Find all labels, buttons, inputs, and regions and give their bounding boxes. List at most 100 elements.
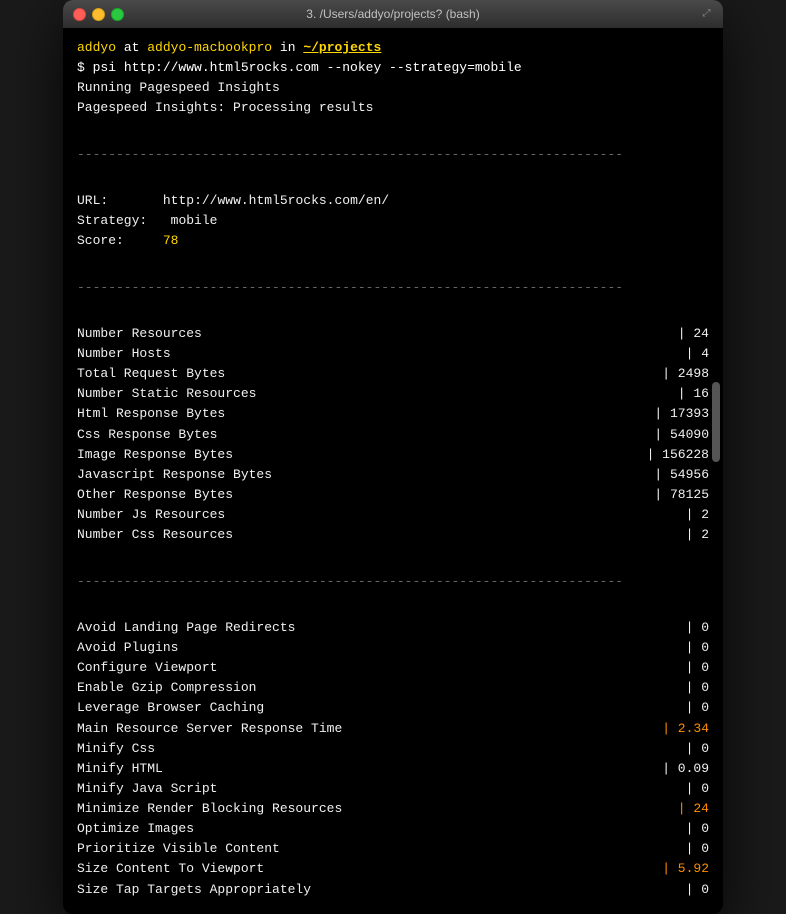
stat-row: Total Request Bytes| 2498 bbox=[77, 364, 709, 384]
stat-key: Number Static Resources bbox=[77, 384, 377, 404]
strategy-spacer bbox=[155, 213, 163, 228]
rule-key: Optimize Images bbox=[77, 819, 377, 839]
terminal-body[interactable]: addyo at addyo-macbookpro in ~/projects … bbox=[63, 28, 723, 914]
url-line: URL: http://www.html5rocks.com/en/ bbox=[77, 191, 709, 211]
stat-key: Number Resources bbox=[77, 324, 377, 344]
rule-row: Size Content To Viewport | 5.92 bbox=[77, 859, 709, 879]
prompt-host: addyo-macbookpro bbox=[147, 38, 272, 58]
rule-key: Size Tap Targets Appropriately bbox=[77, 880, 377, 900]
prompt-space3 bbox=[296, 38, 304, 58]
stat-key: Image Response Bytes bbox=[77, 445, 377, 465]
url-spacer bbox=[116, 193, 155, 208]
maximize-button[interactable] bbox=[111, 8, 124, 21]
stat-value: | 17393 bbox=[654, 404, 709, 424]
rule-row: Enable Gzip Compression | 0 bbox=[77, 678, 709, 698]
prompt-at bbox=[116, 38, 124, 58]
close-button[interactable] bbox=[73, 8, 86, 21]
terminal-window: 3. /Users/addyo/projects? (bash) ⤢ addyo… bbox=[63, 0, 723, 914]
titlebar: 3. /Users/addyo/projects? (bash) ⤢ bbox=[63, 0, 723, 28]
rule-key: Avoid Plugins bbox=[77, 638, 377, 658]
score-spacer bbox=[132, 233, 155, 248]
rule-row: Minify HTML | 0.09 bbox=[77, 759, 709, 779]
stat-row: Number Hosts| 4 bbox=[77, 344, 709, 364]
stat-row: Css Response Bytes | 54090 bbox=[77, 425, 709, 445]
rule-key: Main Resource Server Response Time bbox=[77, 719, 377, 739]
prompt-line: addyo at addyo-macbookpro in ~/projects bbox=[77, 38, 709, 58]
rule-value: | 0 bbox=[686, 880, 709, 900]
rule-value: | 0 bbox=[686, 658, 709, 678]
rule-row: Minify Java Script| 0 bbox=[77, 779, 709, 799]
stat-key: Other Response Bytes bbox=[77, 485, 377, 505]
score-line: Score: 78 bbox=[77, 231, 709, 251]
rule-value: | 0 bbox=[686, 618, 709, 638]
rule-key: Size Content To Viewport bbox=[77, 859, 377, 879]
expand-icon[interactable]: ⤢ bbox=[700, 8, 713, 21]
score-value: 78 bbox=[163, 233, 179, 248]
rule-value: | 2.34 bbox=[662, 719, 709, 739]
command-line: $ psi http://www.html5rocks.com --nokey … bbox=[77, 58, 709, 78]
stat-value: | 156228 bbox=[647, 445, 709, 465]
rule-row: Size Tap Targets Appropriately | 0 bbox=[77, 880, 709, 900]
stat-key: Number Hosts bbox=[77, 344, 377, 364]
rule-row: Minimize Render Blocking Resources | 24 bbox=[77, 799, 709, 819]
stat-row: Other Response Bytes | 78125 bbox=[77, 485, 709, 505]
rule-value: | 0 bbox=[686, 839, 709, 859]
url-label: URL: bbox=[77, 193, 108, 208]
command-text: psi http://www.html5rocks.com --nokey --… bbox=[93, 58, 522, 78]
output-line-1: Running Pagespeed Insights bbox=[77, 78, 709, 98]
stat-row: Number Static Resources | 16 bbox=[77, 384, 709, 404]
window-controls[interactable] bbox=[73, 8, 124, 21]
stat-value: | 54090 bbox=[654, 425, 709, 445]
scrollbar[interactable] bbox=[712, 382, 720, 462]
stat-row: Html Response Bytes| 17393 bbox=[77, 404, 709, 424]
rule-key: Avoid Landing Page Redirects bbox=[77, 618, 377, 638]
rule-value: | 0 bbox=[686, 739, 709, 759]
rule-value: | 0 bbox=[686, 819, 709, 839]
rule-value: | 24 bbox=[678, 799, 709, 819]
stat-row: Number Resources | 24 bbox=[77, 324, 709, 344]
output-line-2: Pagespeed Insights: Processing results bbox=[77, 98, 709, 118]
stat-value: | 2 bbox=[686, 525, 709, 545]
stat-value: | 16 bbox=[678, 384, 709, 404]
rule-key: Leverage Browser Caching bbox=[77, 698, 377, 718]
rule-row: Main Resource Server Response Time | 2.34 bbox=[77, 719, 709, 739]
rule-key: Enable Gzip Compression bbox=[77, 678, 377, 698]
prompt-user: addyo bbox=[77, 38, 116, 58]
stat-value: | 24 bbox=[678, 324, 709, 344]
rule-row: Prioritize Visible Content | 0 bbox=[77, 839, 709, 859]
prompt-at-word: at bbox=[124, 38, 140, 58]
stat-key: Number Css Resources bbox=[77, 525, 377, 545]
rule-row: Configure Viewport | 0 bbox=[77, 658, 709, 678]
divider-1: ----------------------------------------… bbox=[77, 145, 709, 165]
rule-row: Avoid Landing Page Redirects | 0 bbox=[77, 618, 709, 638]
rules-table: Avoid Landing Page Redirects | 0 Avoid Plu… bbox=[77, 618, 709, 900]
prompt-dollar: $ bbox=[77, 58, 93, 78]
strategy-value: mobile bbox=[171, 213, 218, 228]
rule-value: | 0 bbox=[686, 638, 709, 658]
minimize-button[interactable] bbox=[92, 8, 105, 21]
rule-value: | 0.09 bbox=[662, 759, 709, 779]
stat-row: Javascript Response Bytes| 54956 bbox=[77, 465, 709, 485]
stat-row: Image Response Bytes | 156228 bbox=[77, 445, 709, 465]
rule-value: | 5.92 bbox=[662, 859, 709, 879]
rule-key: Minify HTML bbox=[77, 759, 377, 779]
rule-row: Leverage Browser Caching| 0 bbox=[77, 698, 709, 718]
rule-key: Prioritize Visible Content bbox=[77, 839, 377, 859]
score-label: Score: bbox=[77, 233, 124, 248]
strategy-label: Strategy: bbox=[77, 213, 147, 228]
stat-key: Javascript Response Bytes bbox=[77, 465, 377, 485]
stat-key: Css Response Bytes bbox=[77, 425, 377, 445]
stats-table: Number Resources | 24Number Hosts| 4Total… bbox=[77, 324, 709, 546]
prompt-space2 bbox=[272, 38, 280, 58]
divider-2: ----------------------------------------… bbox=[77, 278, 709, 298]
prompt-space1 bbox=[139, 38, 147, 58]
rule-key: Configure Viewport bbox=[77, 658, 377, 678]
stat-key: Total Request Bytes bbox=[77, 364, 377, 384]
stat-row: Number Js Resources| 2 bbox=[77, 505, 709, 525]
rule-key: Minimize Render Blocking Resources bbox=[77, 799, 377, 819]
stat-value: | 78125 bbox=[654, 485, 709, 505]
stat-value: | 2 bbox=[686, 505, 709, 525]
divider-3: ----------------------------------------… bbox=[77, 572, 709, 592]
rule-value: | 0 bbox=[686, 678, 709, 698]
prompt-path: ~/projects bbox=[303, 38, 381, 58]
